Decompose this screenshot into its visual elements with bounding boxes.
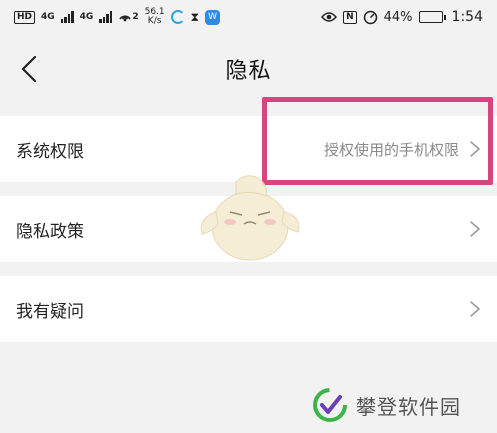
eye-icon [321, 11, 338, 23]
row-label: 系统权限 [16, 141, 84, 162]
watermark-text: 攀登软件园 [356, 394, 461, 419]
hourglass-icon: ⧗ [190, 9, 200, 24]
settings-row-questions[interactable]: 我有疑问 [0, 276, 497, 342]
signal-strength-icon-2 [99, 11, 113, 23]
chevron-right-icon [470, 221, 480, 237]
chevron-left-icon [21, 55, 37, 83]
back-button[interactable] [14, 52, 44, 86]
chevron-right-icon [470, 301, 480, 317]
hotspot-icon: 2 [118, 10, 139, 24]
status-bar-right: N 44% 1:54 [321, 9, 483, 25]
row-label: 我有疑问 [16, 301, 84, 322]
battery-percent: 44% [383, 9, 413, 25]
row-right [469, 220, 481, 238]
page-title: 隐私 [225, 59, 272, 84]
mascot-watermark-icon [200, 175, 300, 261]
hotspot-count: 2 [132, 12, 139, 22]
row-label: 隐私政策 [16, 221, 84, 242]
status-bar-left: HD 4G 4G 2 56.1 K/s ⧗ W [14, 8, 221, 26]
battery-icon [418, 11, 446, 23]
network-type-label-1: 4G [41, 12, 55, 22]
hd-badge: HD [14, 10, 36, 24]
sync-icon [170, 10, 185, 24]
row-right: 授权使用的手机权限 [324, 139, 481, 160]
screen: HD 4G 4G 2 56.1 K/s ⧗ W N 44% 1:54 隐私 系统… [0, 0, 497, 433]
row-value: 授权使用的手机权限 [323, 140, 459, 159]
network-type-label-2: 4G [79, 12, 94, 22]
top-app-bar: 隐私 [0, 34, 497, 104]
app-notification-icon: W [205, 9, 221, 25]
status-bar: HD 4G 4G 2 56.1 K/s ⧗ W N 44% 1:54 [0, 0, 497, 34]
check-logo-icon [313, 388, 347, 422]
speedometer-icon [363, 10, 378, 25]
clock-time: 1:54 [451, 9, 483, 25]
chevron-right-icon [470, 141, 480, 157]
signal-strength-icon [60, 11, 74, 23]
network-speed-unit: K/s [147, 16, 162, 26]
nfc-icon: N [343, 10, 357, 24]
row-right [469, 300, 481, 318]
site-watermark: 攀登软件园 [312, 383, 461, 427]
network-speed: 56.1 K/s [145, 8, 165, 26]
